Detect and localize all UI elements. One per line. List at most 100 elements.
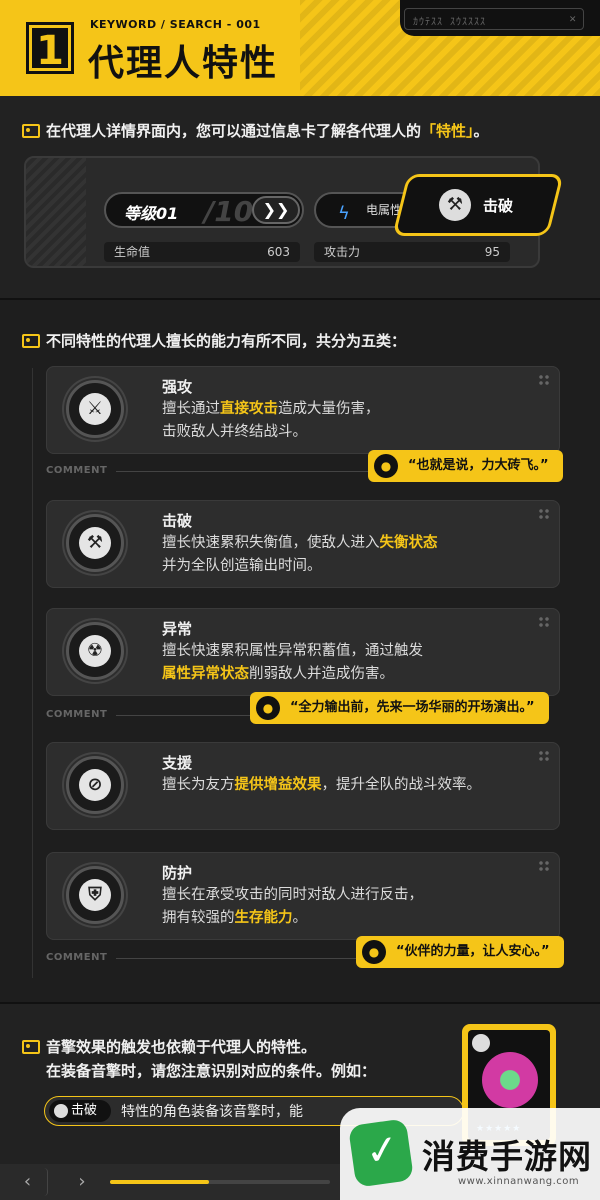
grip-icon xyxy=(538,750,550,762)
atk-label: 攻击力 xyxy=(324,245,361,259)
watermark-url: www.xinnanwang.com xyxy=(458,1176,580,1187)
desc-highlight: 属性异常状态 xyxy=(162,666,249,682)
specialty-chip: 击破 xyxy=(49,1100,111,1122)
level-up-button[interactable]: ❯❯ xyxy=(252,196,300,224)
trait-card-attack: ⚔ 强攻 擅长通过直接攻击造成大量伤害， 击败敌人并终结战斗。 xyxy=(46,366,560,454)
hp-value: 603 xyxy=(267,245,290,259)
lightning-icon: ϟ xyxy=(338,203,350,224)
intro-after: 。 xyxy=(473,122,489,140)
quote-text: “全力输出前，先来一场华丽的开场演出。” xyxy=(290,700,535,715)
trait-medal: ⊘ xyxy=(66,756,124,814)
disc-line-2: 在装备音擎时，请您注意识别对应的条件。例如： xyxy=(46,1062,377,1080)
trait-medal: ⚒ xyxy=(66,514,124,572)
trait-medal: ⚔ xyxy=(66,380,124,438)
progress-fill xyxy=(110,1180,209,1184)
level-cap: /10 xyxy=(204,195,254,228)
header-dark-tab: ｶｳﾃｽｽ ｽｳｽｽｽｽ ✕ xyxy=(400,0,600,36)
condition-text: 特性的角色装备该音擎时，能 xyxy=(121,1104,303,1120)
trait-medal: ⛨ xyxy=(66,866,124,924)
comment-quote: ● “伙伴的力量，让人安心。” xyxy=(356,936,564,968)
atk-value: 95 xyxy=(484,245,500,259)
atk-row: 攻击力 95 xyxy=(314,242,510,262)
disc-line-1-text: 音擎效果的触发也依赖于代理人的特性。 xyxy=(46,1038,317,1056)
hammer-icon: ⚒ xyxy=(79,527,111,559)
info-card-icon xyxy=(22,1040,40,1054)
quote-text: “伙伴的力量，让人安心。” xyxy=(396,944,550,959)
desc-part: 。 xyxy=(292,910,308,926)
chat-icon: ● xyxy=(256,696,280,720)
trait-desc: 擅长快速累积属性异常积蓄值，通过触发 属性异常状态削弱敌人并造成伤害。 xyxy=(162,640,542,686)
intro-highlight: 「特性」 xyxy=(421,122,474,140)
grip-icon xyxy=(538,860,550,872)
w-engine-disc xyxy=(482,1052,538,1108)
section-number-badge: 1 xyxy=(26,22,74,74)
intro-before: 在代理人详情界面内，您可以通过信息卡了解各代理人的 xyxy=(46,122,422,140)
disc-line-1: 音擎效果的触发也依赖于代理人的特性。 xyxy=(22,1036,316,1057)
intro-section: 在代理人详情界面内，您可以通过信息卡了解各代理人的「特性」。 等级01 /10 … xyxy=(0,96,600,300)
desc-part: 造成大量伤害， xyxy=(278,401,380,417)
chat-icon: ● xyxy=(374,454,398,478)
timeline-line xyxy=(32,368,33,978)
desc-part: 击败敌人并终结战斗。 xyxy=(162,424,307,440)
hammer-icon: ⚒ xyxy=(439,189,471,221)
desc-part: 擅长快速累积属性异常积蓄值，通过触发 xyxy=(162,643,423,659)
checkmark-logo-icon xyxy=(347,1118,415,1188)
desc-part: 拥有较强的 xyxy=(162,910,235,926)
trait-name: 异常 xyxy=(162,620,193,638)
comment-line: COMMENT xyxy=(46,465,408,476)
desc-part: 擅长为友方 xyxy=(162,777,235,793)
crossed-swords-icon: ⚔ xyxy=(79,393,111,425)
comment-quote: ● “全力输出前，先来一场华丽的开场演出。” xyxy=(250,692,549,724)
bottom-nav: ‹ › xyxy=(0,1164,340,1200)
trait-name: 强攻 xyxy=(162,378,193,396)
page-header: ｶｳﾃｽｽ ｽｳｽｽｽｽ ✕ 1 KEYWORD / SEARCH - 001 … xyxy=(0,0,600,96)
trait-name: 防护 xyxy=(162,864,193,882)
hammer-icon xyxy=(54,1104,68,1118)
card-decoration xyxy=(26,158,86,266)
level-label: 等级01 xyxy=(124,204,179,223)
desc-highlight: 失衡状态 xyxy=(379,535,438,551)
page-title: 代理人特性 xyxy=(88,43,279,84)
prev-page-button[interactable]: ‹ xyxy=(8,1168,48,1196)
trait-name: 击破 xyxy=(162,512,193,530)
trait-desc: 擅长在承受攻击的同时对敌人进行反击， 拥有较强的生存能力。 xyxy=(162,884,542,930)
code-text: ｶｳﾃｽｽ ｽｳｽｽｽｽ xyxy=(413,17,487,28)
trait-desc: 擅长通过直接攻击造成大量伤害， 击败敌人并终结战斗。 xyxy=(162,398,542,444)
quote-text: “也就是说，力大砖飞。” xyxy=(408,458,549,473)
trait-desc: 擅长为友方提供增益效果，提升全队的战斗效率。 xyxy=(162,774,542,797)
chip-label: 击破 xyxy=(71,1103,98,1118)
intro-text: 在代理人详情界面内，您可以通过信息卡了解各代理人的「特性」。 xyxy=(22,120,489,141)
support-icon: ⊘ xyxy=(79,769,111,801)
hp-row: 生命值 603 xyxy=(104,242,300,262)
grip-icon xyxy=(538,616,550,628)
next-page-button[interactable]: › xyxy=(62,1168,102,1196)
comment-quote: ● “也就是说，力大砖飞。” xyxy=(368,450,563,482)
desc-part: 并为全队创造输出时间。 xyxy=(162,558,322,574)
trait-card-support: ⊘ 支援 擅长为友方提供增益效果，提升全队的战斗效率。 xyxy=(46,742,560,830)
close-icon[interactable]: ✕ xyxy=(569,12,577,25)
comment-line: COMMENT xyxy=(46,952,408,963)
traits-intro-text: 不同特性的代理人擅长的能力有所不同，共分为五类： xyxy=(46,332,407,350)
code-display: ｶｳﾃｽｽ ｽｳｽｽｽｽ ✕ xyxy=(404,8,584,30)
specialty-label: 击破 xyxy=(483,197,514,215)
desc-highlight: 直接攻击 xyxy=(220,401,278,417)
level-pill: 等级01 /10 ❯❯ xyxy=(104,192,304,228)
keyword-kicker: KEYWORD / SEARCH - 001 xyxy=(90,18,261,31)
comment-line: COMMENT xyxy=(46,709,298,720)
trait-card-anomaly: ☢ 异常 擅长快速累积属性异常积蓄值，通过触发 属性异常状态削弱敌人并造成伤害。 xyxy=(46,608,560,696)
desc-highlight: 生存能力 xyxy=(234,910,293,926)
watermark: 消费手游网 www.xinnanwang.com xyxy=(340,1108,600,1200)
trait-card-stun: ⚒ 击破 擅长快速累积失衡值，使敌人进入失衡状态并为全队创造输出时间。 xyxy=(46,500,560,588)
desc-part: 擅长通过 xyxy=(162,401,220,417)
page-progress-bar xyxy=(110,1180,330,1184)
trait-name: 支援 xyxy=(162,754,193,772)
specialty-pill: ⚒ 击破 xyxy=(392,174,564,236)
desc-highlight: 提供增益效果 xyxy=(234,777,322,793)
hammer-icon xyxy=(472,1034,490,1052)
traits-intro: 不同特性的代理人擅长的能力有所不同，共分为五类： xyxy=(22,330,406,351)
desc-part: 擅长在承受攻击的同时对敌人进行反击， xyxy=(162,887,423,903)
trait-desc: 擅长快速累积失衡值，使敌人进入失衡状态并为全队创造输出时间。 xyxy=(162,532,542,578)
trait-medal: ☢ xyxy=(66,622,124,680)
info-card-icon xyxy=(22,124,40,138)
desc-part: 擅长快速累积失衡值，使敌人进入 xyxy=(162,535,380,551)
